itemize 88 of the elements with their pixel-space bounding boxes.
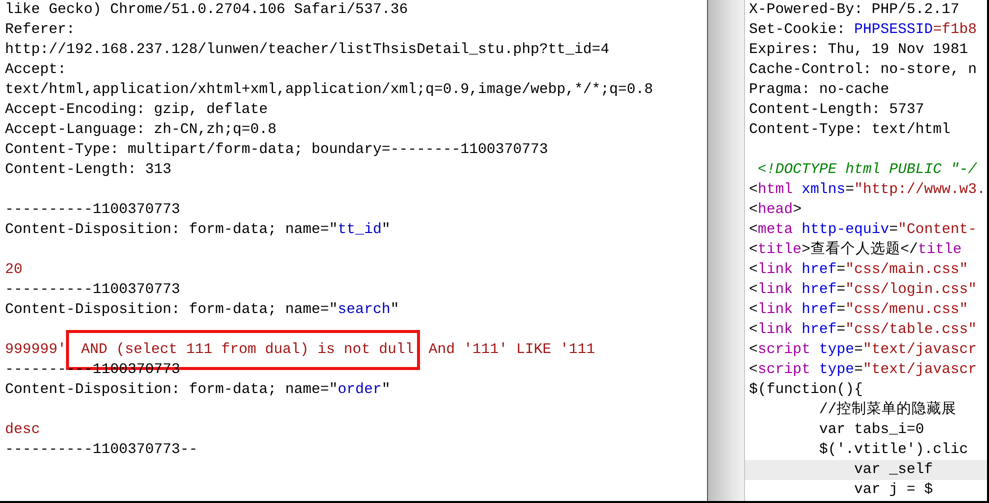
code-text: type: [818, 341, 854, 360]
code-text: Content-Type: multipart/form-data; boundary=--------1100370773: [5, 141, 548, 160]
code-text: Accept-Language: zh-CN,zh;q=0.8: [5, 121, 276, 140]
code-text: Content-Length: 5737: [749, 101, 924, 120]
code-text: PHPSESSID: [854, 21, 933, 40]
code-text: Pragma: no-cache: [749, 81, 890, 100]
code-text: <: [749, 261, 758, 280]
code-text: X-Powered-By: PHP/5.2.17: [749, 1, 960, 20]
code-text: //控制菜单的隐藏展: [818, 400, 957, 420]
code-text: =: [836, 281, 846, 300]
code-text: <: [749, 301, 758, 320]
code-text: var _self: [853, 461, 933, 480]
code-text: $(function(){: [749, 381, 863, 400]
code-text: $('.vtitle').clic: [818, 441, 968, 460]
code-text: html: [758, 181, 793, 200]
code-text: "text/javascr: [862, 361, 977, 380]
code-text: ----------1100370773: [5, 281, 180, 300]
code-text: ": [382, 381, 390, 400]
code-text: <: [749, 241, 758, 260]
code-text: <!DOCTYPE html PUBLIC "-/: [756, 161, 977, 180]
code-text: href: [800, 321, 837, 340]
code-text: like Gecko) Chrome/51.0.2704.106 Safari/537.36: [5, 1, 408, 20]
code-text: var tabs_i=0: [818, 421, 924, 440]
code-text: href: [800, 261, 837, 280]
code-text: "css/login.css": [845, 281, 977, 300]
code-text: <: [749, 321, 758, 340]
code-text: http-equiv: [800, 221, 890, 240]
code-text: meta: [758, 221, 793, 240]
code-text: search: [338, 301, 390, 320]
code-text: Set-Cookie:: [749, 21, 846, 40]
code-text: =: [854, 341, 863, 360]
code-text: Accept-Encoding: gzip, deflate: [5, 101, 268, 120]
code-text: <: [749, 201, 758, 220]
code-text: desc: [5, 421, 40, 440]
code-text: 20: [5, 261, 23, 280]
code-text: link: [758, 261, 793, 280]
code-text: "Content-: [898, 221, 977, 240]
code-text: ": [390, 301, 400, 320]
code-text: title: [918, 241, 962, 260]
code-text: =: [845, 181, 854, 200]
code-text: Content-Disposition: form-data; name=": [5, 381, 338, 400]
code-text: link: [758, 301, 793, 320]
code-text: "http://www.w3.: [854, 181, 986, 200]
code-text: >查看个人选题</: [802, 240, 918, 260]
code-text: =f1b8: [932, 21, 977, 40]
code-text: And '111' LIKE '111: [428, 341, 596, 360]
code-text: =: [889, 221, 898, 240]
code-text: ": [382, 221, 390, 240]
code-text: <: [749, 341, 758, 360]
code-text: <: [749, 221, 758, 240]
code-text: head: [758, 201, 793, 220]
code-text: Referer:: [5, 21, 76, 40]
code-text: Cache-Control: no-store, n: [749, 61, 977, 80]
code-text: <: [749, 281, 758, 300]
code-text: link: [758, 281, 793, 300]
code-text: >: [792, 201, 802, 220]
code-text: Content-Disposition: form-data; name=": [5, 301, 338, 320]
code-text: "css/menu.css": [845, 301, 968, 320]
code-text: script: [758, 361, 810, 380]
code-text: 999999': [5, 341, 66, 360]
code-text: Content-Disposition: form-data; name=": [5, 221, 338, 240]
code-text: Content-Length: 313: [5, 161, 172, 180]
code-text: "text/javascr: [862, 341, 977, 360]
code-text: link: [758, 321, 793, 340]
code-text: =: [836, 301, 846, 320]
code-text: Expires: Thu, 19 Nov 1981: [749, 41, 968, 60]
code-text: type: [818, 361, 854, 380]
code-text: xmlns: [800, 181, 846, 200]
code-text: "css/table.css": [845, 321, 977, 340]
code-text: <: [749, 181, 758, 200]
code-text: =: [836, 261, 846, 280]
code-text: order: [338, 381, 382, 400]
code-text: script: [758, 341, 810, 360]
code-text: Content-Type: text/html: [749, 121, 950, 140]
code-text: http://192.168.237.128/lunwen/teacher/listThsisDetail_stu.php?tt_id=4: [5, 41, 610, 60]
code-text: text/html,application/xhtml+xml,application/xml;q=0.9,image/webp,*/*;q=0.8: [5, 81, 654, 100]
code-text: href: [800, 281, 837, 300]
code-text: Accept:: [5, 61, 66, 80]
code-text: =: [854, 361, 863, 380]
code-text: "css/main.css": [845, 261, 968, 280]
code-text: href: [800, 301, 837, 320]
code-text: <: [749, 361, 758, 380]
code-text: tt_id: [338, 221, 382, 240]
code-text: title: [758, 241, 802, 260]
code-text: ----------1100370773: [5, 201, 180, 220]
code-text: =: [836, 321, 846, 340]
code-text: ----------1100370773--: [5, 441, 198, 460]
code-text: var j = $: [853, 481, 933, 500]
